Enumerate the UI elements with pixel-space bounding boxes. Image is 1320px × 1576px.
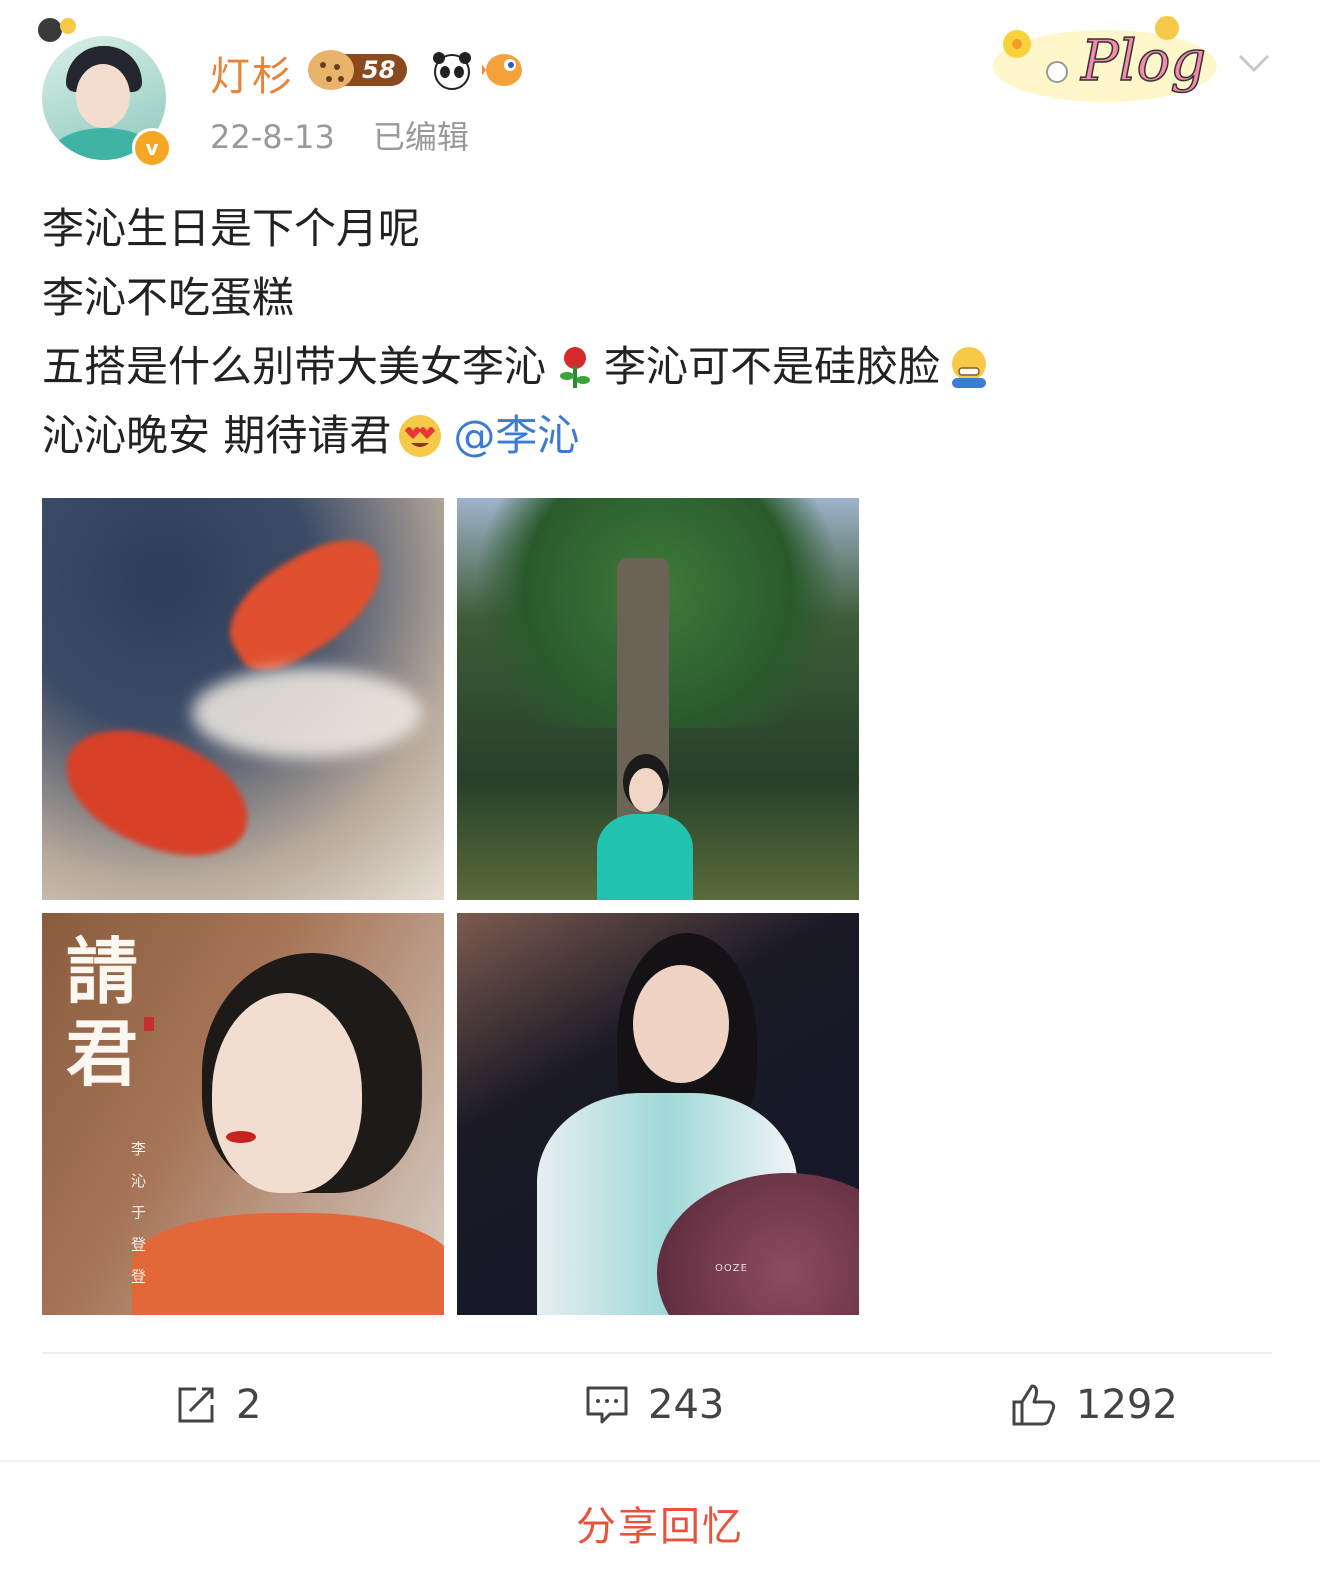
- mention-link[interactable]: @李沁: [453, 401, 579, 470]
- divider: [42, 1352, 1272, 1354]
- panda-icon: [433, 52, 471, 90]
- like-button[interactable]: 1292: [1010, 1380, 1178, 1430]
- heart-eyes-emoji: [399, 414, 442, 457]
- comment-button[interactable]: 243: [584, 1380, 724, 1430]
- post-line: 五搭是什么别带大美女李沁 李沁可不是硅胶脸: [42, 332, 1242, 401]
- avatar-decoration-icon: [38, 18, 76, 42]
- plog-text: Plog: [1080, 29, 1206, 94]
- chevron-down-icon[interactable]: [1236, 48, 1272, 76]
- post-date: 22-8-13: [210, 118, 335, 156]
- verified-badge-icon: v: [132, 128, 172, 168]
- cookie-level-badge-icon: [308, 50, 354, 90]
- post-line: 李沁不吃蛋糕: [42, 273, 295, 322]
- like-icon: [1012, 1384, 1056, 1426]
- avatar-face: [76, 64, 130, 128]
- share-count: 2: [236, 1382, 262, 1428]
- poster-title: 請君: [66, 929, 139, 1096]
- puffer-fish-icon: [482, 54, 522, 86]
- rose-emoji: [560, 346, 591, 388]
- level-badge[interactable]: 58: [308, 50, 408, 90]
- section-separator: [0, 1460, 1320, 1462]
- photo-watermark: OOZE: [715, 1263, 748, 1274]
- share-memory-button[interactable]: 分享回忆: [0, 1494, 1320, 1552]
- photo-4[interactable]: OOZE: [457, 913, 859, 1315]
- photo-3-poster[interactable]: 請君 李 沁 于 登 登: [42, 913, 444, 1315]
- comment-count: 243: [648, 1382, 725, 1428]
- plog-sticker: Plog: [993, 16, 1217, 102]
- share-button[interactable]: 2: [174, 1380, 261, 1430]
- post-meta: 22-8-13 已编辑: [210, 112, 469, 158]
- post-line: 李沁生日是下个月呢: [42, 204, 421, 253]
- post-line: 沁沁晚安 期待请君 @李沁: [42, 401, 1242, 470]
- post-body: 李沁生日是下个月呢 李沁不吃蛋糕 五搭是什么别带大美女李沁 李沁可不是硅胶脸 沁…: [42, 194, 1242, 470]
- edited-label[interactable]: 已编辑: [373, 118, 469, 156]
- photo-1[interactable]: [42, 498, 444, 900]
- like-count: 1292: [1076, 1382, 1178, 1428]
- share-icon: [178, 1387, 214, 1423]
- photo-2[interactable]: [457, 498, 859, 900]
- poster-seal: [144, 1017, 154, 1031]
- grimace-emoji: [952, 346, 987, 388]
- comment-icon: [586, 1386, 628, 1424]
- poster-credits: 李 沁 于 登 登: [129, 1141, 147, 1290]
- username[interactable]: 灯杉: [210, 44, 294, 102]
